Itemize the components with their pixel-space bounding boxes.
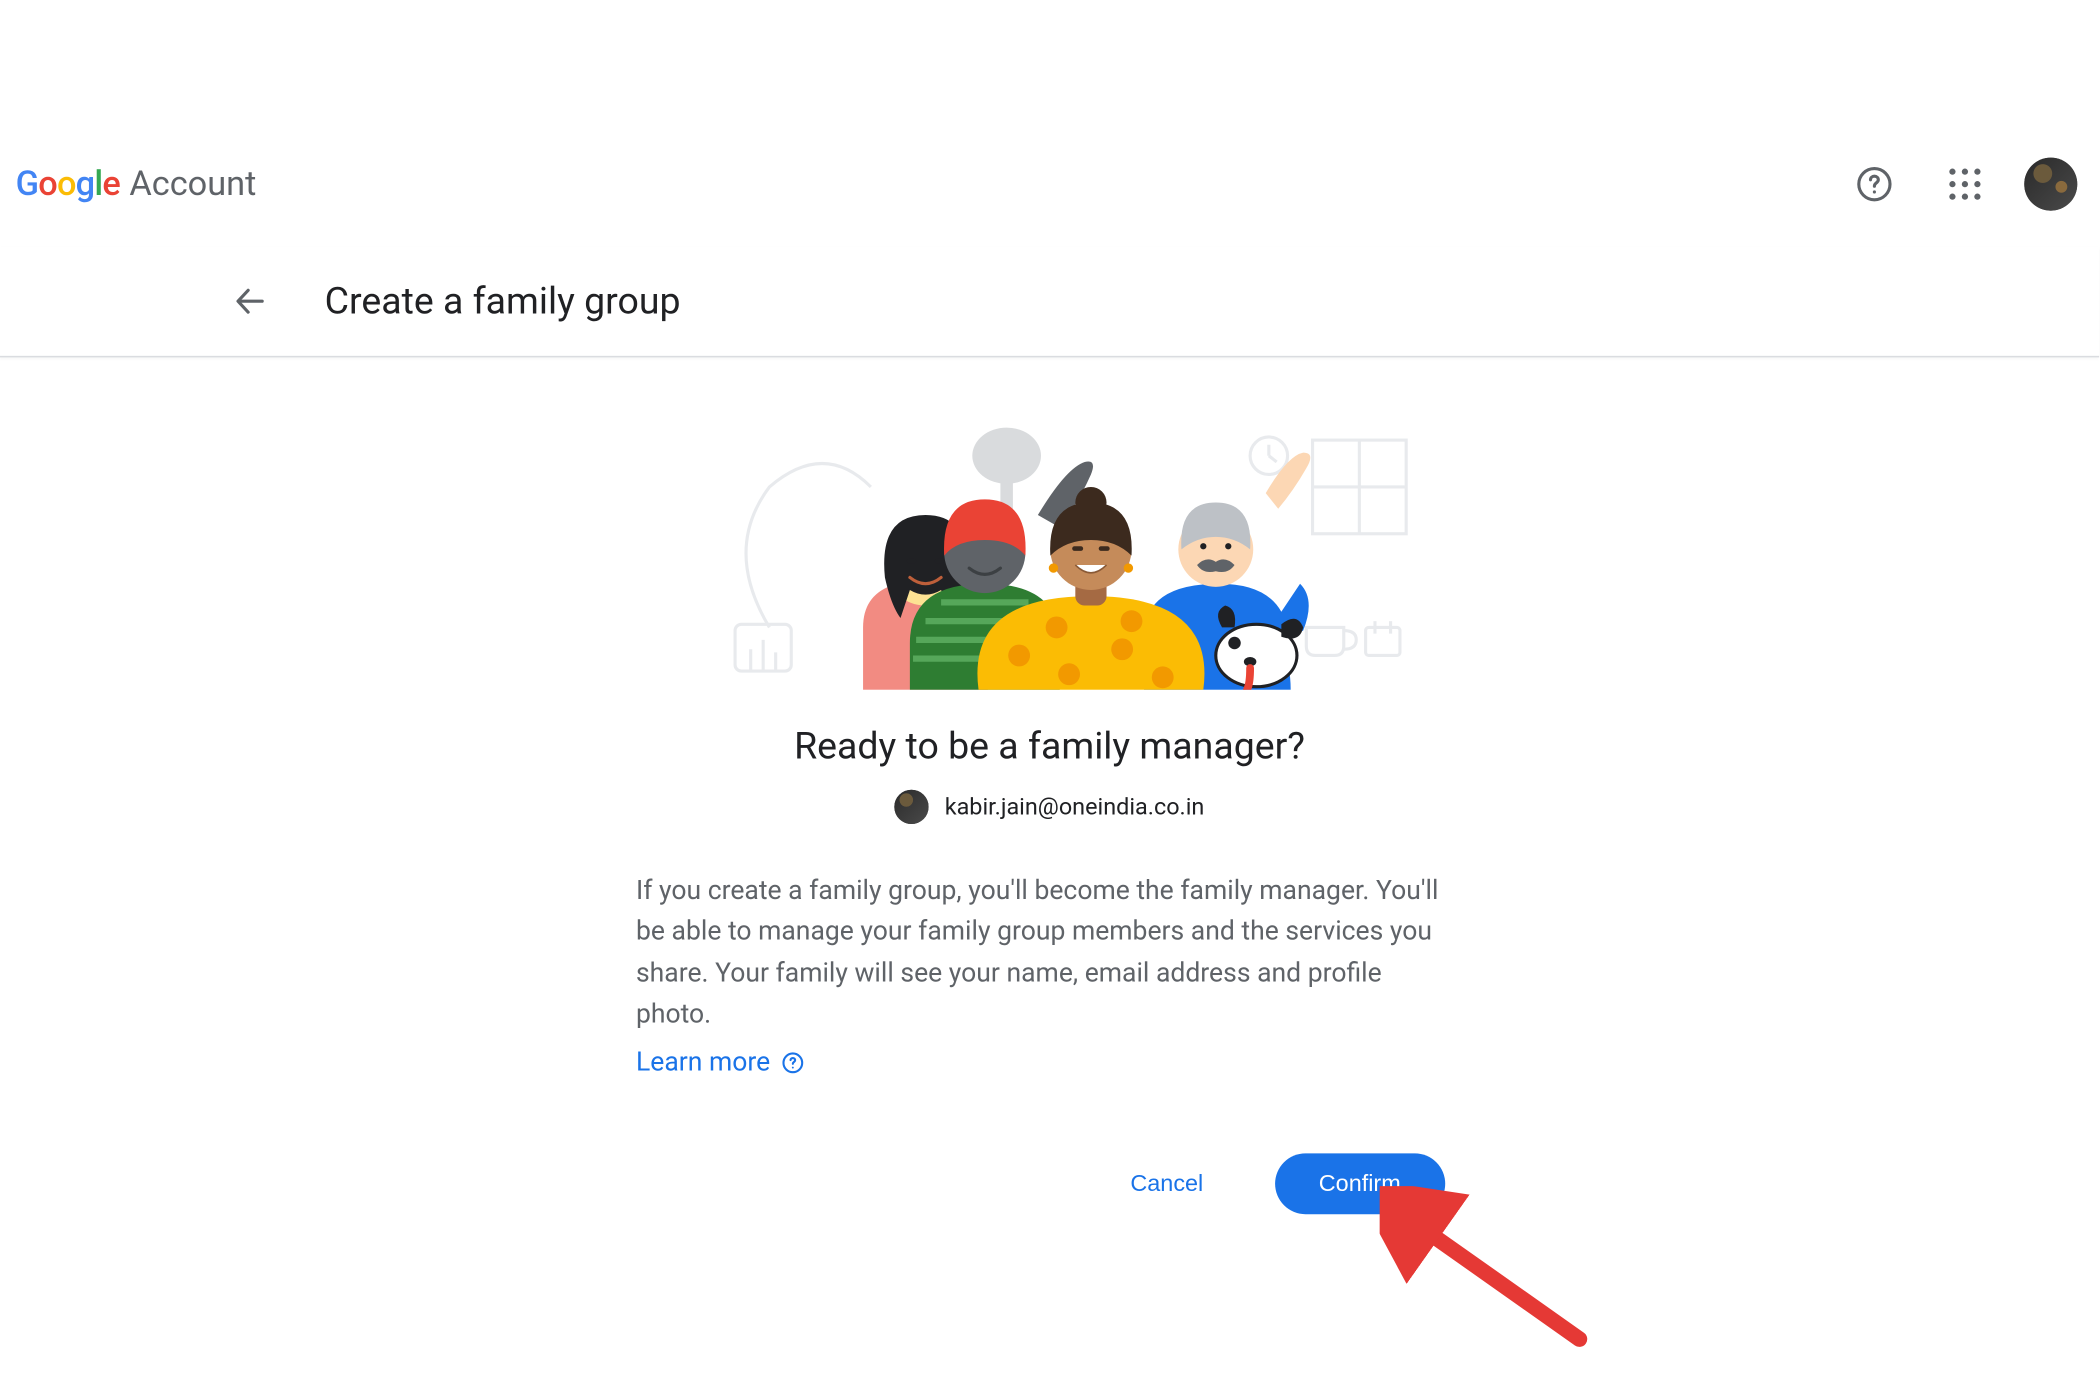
top-bar-right — [1843, 153, 2077, 215]
account-label: Account — [129, 165, 256, 204]
sub-header: Create a family group — [0, 247, 2099, 358]
learn-more-row: Learn more — [636, 1048, 1463, 1079]
google-logo: Google — [16, 165, 120, 204]
help-outline-icon — [780, 1051, 805, 1076]
action-row: Cancel Confirm — [636, 1154, 1463, 1215]
top-bar: Google Account — [0, 122, 2099, 247]
content-body-text: If you create a family group, you'll bec… — [636, 871, 1463, 1035]
main-content: Ready to be a family manager? kabir.jain… — [0, 356, 2099, 1400]
help-icon[interactable] — [1843, 153, 1905, 215]
learn-more-label: Learn more — [636, 1048, 770, 1079]
back-button[interactable] — [218, 270, 280, 332]
apps-icon[interactable] — [1934, 153, 1996, 215]
brand: Google Account — [16, 165, 257, 204]
user-avatar-small — [895, 790, 929, 824]
cancel-button[interactable]: Cancel — [1112, 1159, 1222, 1211]
user-identity-row: kabir.jain@oneindia.co.in — [636, 790, 1463, 824]
learn-more-link[interactable]: Learn more — [636, 1048, 805, 1079]
content-headline: Ready to be a family manager? — [636, 724, 1463, 768]
family-illustration — [636, 393, 1463, 690]
user-email: kabir.jain@oneindia.co.in — [945, 793, 1205, 821]
confirm-button[interactable]: Confirm — [1275, 1154, 1444, 1215]
page-title: Create a family group — [325, 279, 681, 323]
account-avatar[interactable] — [2024, 158, 2077, 211]
